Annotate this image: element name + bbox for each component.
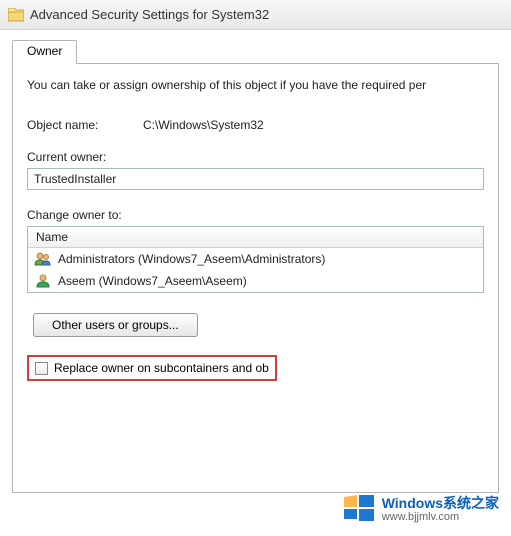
content-area: Owner You can take or assign ownership o… <box>0 30 511 493</box>
replace-owner-checkbox[interactable] <box>35 362 48 375</box>
watermark: Windows系统之家 www.bjjmlv.com <box>336 489 505 530</box>
replace-owner-row[interactable]: Replace owner on subcontainers and ob <box>27 355 277 381</box>
list-item[interactable]: Aseem (Windows7_Aseem\Aseem) <box>28 270 483 292</box>
group-icon <box>34 251 52 267</box>
list-item-label: Administrators (Windows7_Aseem\Administr… <box>58 252 325 266</box>
watermark-url: www.bjjmlv.com <box>382 511 499 523</box>
change-owner-list[interactable]: Name Administrators (Windows7_Aseem\Admi… <box>27 226 484 293</box>
object-name-label: Object name: <box>27 118 143 132</box>
current-owner-field <box>27 168 484 190</box>
tabstrip: Owner <box>12 40 499 64</box>
current-owner-block: Current owner: <box>27 150 484 190</box>
current-owner-label: Current owner: <box>27 150 484 164</box>
other-users-button[interactable]: Other users or groups... <box>33 313 198 337</box>
titlebar: Advanced Security Settings for System32 <box>0 0 511 30</box>
watermark-title: Windows系统之家 <box>382 496 499 511</box>
replace-owner-label: Replace owner on subcontainers and ob <box>54 361 269 375</box>
owner-panel: You can take or assign ownership of this… <box>12 63 499 493</box>
watermark-text: Windows系统之家 www.bjjmlv.com <box>382 496 499 523</box>
user-icon <box>34 273 52 289</box>
change-owner-label: Change owner to: <box>27 208 484 222</box>
windows-logo-icon <box>342 493 376 526</box>
list-header-name[interactable]: Name <box>28 227 483 248</box>
folder-icon <box>8 8 24 22</box>
list-item[interactable]: Administrators (Windows7_Aseem\Administr… <box>28 248 483 270</box>
tab-owner[interactable]: Owner <box>12 40 77 64</box>
window-title: Advanced Security Settings for System32 <box>30 7 269 22</box>
object-name-row: Object name: C:\Windows\System32 <box>27 118 484 132</box>
intro-text: You can take or assign ownership of this… <box>27 78 484 92</box>
list-item-label: Aseem (Windows7_Aseem\Aseem) <box>58 274 247 288</box>
object-name-value: C:\Windows\System32 <box>143 118 484 132</box>
